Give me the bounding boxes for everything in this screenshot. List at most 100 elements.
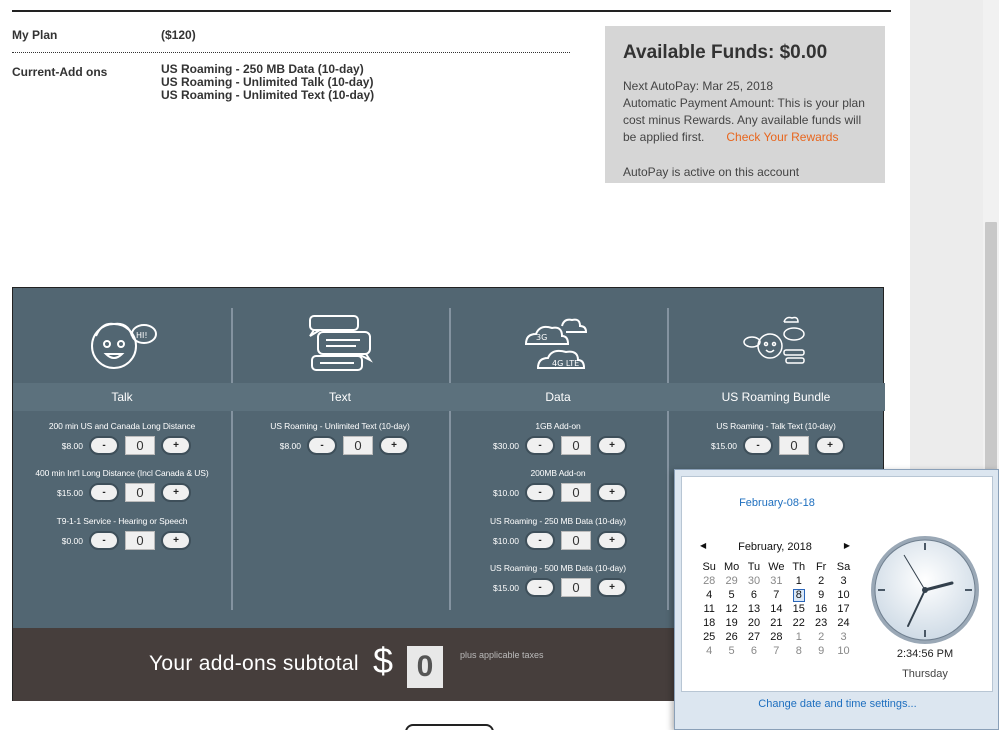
category-data: 3G 4G LTE Data 1GB Add-on $30.00 - 0 + 2… [449, 288, 667, 628]
calendar-day[interactable]: 30 [743, 574, 765, 588]
calendar-day[interactable]: 14 [765, 602, 787, 616]
calendar-week: 25 26 27 28 1 2 3 [698, 630, 855, 644]
calendar-day[interactable]: 11 [698, 602, 720, 616]
decrement-button[interactable]: - [89, 531, 119, 550]
calendar-month[interactable]: February, 2018 [700, 541, 850, 553]
calendar-day[interactable]: 6 [743, 588, 765, 602]
calendar-day-label: 1 [795, 575, 802, 587]
calendar-day[interactable]: 31 [765, 574, 787, 588]
calendar-day[interactable]: 26 [720, 630, 742, 644]
calendar-week: 4 5 6 7 8 9 10 [698, 644, 855, 658]
calendar-day[interactable]: 25 [698, 630, 720, 644]
calendar-day[interactable]: 1 [788, 574, 810, 588]
addon-item: US Roaming - Unlimited Text (10-day) $8.… [231, 421, 449, 455]
increment-button[interactable]: + [597, 483, 627, 502]
calendar-day-label: 28 [703, 575, 716, 587]
calendar-day[interactable]: 5 [720, 644, 742, 658]
subtotal-label: Your add-ons subtotal [149, 652, 359, 675]
calendar-day-label: 22 [792, 617, 805, 629]
calendar-day-label: 8 [795, 645, 802, 657]
decrement-button[interactable]: - [743, 436, 773, 455]
calendar-day[interactable]: 4 [698, 588, 720, 602]
decrement-button[interactable]: - [89, 436, 119, 455]
calendar-day[interactable]: 10 [832, 588, 854, 602]
calendar-day[interactable]: 6 [743, 644, 765, 658]
quantity-field[interactable]: 0 [125, 483, 155, 502]
calendar-day[interactable]: 4 [698, 644, 720, 658]
calendar-day[interactable]: 5 [720, 588, 742, 602]
increment-button[interactable]: + [597, 436, 627, 455]
calendar-day[interactable]: 16 [810, 602, 832, 616]
increment-button[interactable]: + [597, 578, 627, 597]
calendar-day[interactable]: 8 [788, 588, 810, 602]
calendar-day-label: 23 [815, 617, 828, 629]
calendar-day[interactable]: 3 [832, 630, 854, 644]
quantity-field[interactable]: 0 [125, 436, 155, 455]
calendar-day-label: 30 [747, 575, 761, 587]
quantity-field[interactable]: 0 [561, 483, 591, 502]
increment-button[interactable]: + [597, 531, 627, 550]
quantity-field[interactable]: 0 [125, 531, 155, 550]
calendar-day-label: 3 [840, 631, 847, 643]
addon-price: $8.00 [279, 440, 301, 451]
addon-price: $8.00 [61, 440, 83, 451]
calendar-day[interactable]: 15 [788, 602, 810, 616]
decrement-button[interactable]: - [525, 483, 555, 502]
calendar-day[interactable]: 24 [832, 616, 854, 630]
calendar-day[interactable]: 3 [832, 574, 854, 588]
increment-button[interactable]: + [161, 531, 191, 550]
calendar-day[interactable]: 1 [788, 630, 810, 644]
calendar-day-label: 9 [818, 645, 825, 657]
calendar-day[interactable]: 20 [743, 616, 765, 630]
quantity-field[interactable]: 0 [561, 578, 591, 597]
calendar-day[interactable]: 17 [832, 602, 854, 616]
calendar-day[interactable]: 28 [698, 574, 720, 588]
calendar-day-label: 24 [837, 617, 850, 629]
calendar-day[interactable]: 27 [743, 630, 765, 644]
addon-name: 1GB Add-on [535, 421, 581, 431]
increment-button[interactable]: + [161, 483, 191, 502]
calendar-day[interactable]: 29 [720, 574, 742, 588]
quantity-field[interactable]: 0 [343, 436, 373, 455]
calendar-day[interactable]: 22 [788, 616, 810, 630]
calendar-day[interactable]: 28 [765, 630, 787, 644]
next-autopay: Next AutoPay: Mar 25, 2018 [623, 79, 774, 93]
next-month-icon[interactable]: ▶ [844, 541, 850, 550]
calendar-day[interactable]: 19 [720, 616, 742, 630]
calendar-day[interactable]: 18 [698, 616, 720, 630]
addon-controls: $15.00 - 0 + [667, 436, 885, 455]
calendar-day[interactable]: 9 [810, 644, 832, 658]
decrement-button[interactable]: - [525, 436, 555, 455]
addon-item: 1GB Add-on $30.00 - 0 + [449, 421, 667, 455]
quantity-field[interactable]: 0 [561, 436, 591, 455]
addon-name: US Roaming - 250 MB Data (10-day) [489, 516, 627, 526]
calendar-day[interactable]: 7 [765, 588, 787, 602]
svg-text:HI!: HI! [136, 331, 148, 340]
calendar-day[interactable]: 7 [765, 644, 787, 658]
quantity-field[interactable]: 0 [779, 436, 809, 455]
change-datetime-settings-link[interactable]: Change date and time settings... [675, 698, 999, 710]
decrement-button[interactable]: - [525, 531, 555, 550]
calendar-day-label: 4 [706, 589, 713, 601]
calendar-day[interactable]: 21 [765, 616, 787, 630]
calendar-day[interactable]: 2 [810, 630, 832, 644]
calendar-day-label: 20 [747, 617, 761, 629]
decrement-button[interactable]: - [89, 483, 119, 502]
increment-button[interactable]: + [379, 436, 409, 455]
increment-button[interactable]: + [161, 436, 191, 455]
calendar-day[interactable]: 12 [720, 602, 742, 616]
current-date-link[interactable]: February-08-18 [682, 497, 872, 509]
check-rewards-link[interactable]: Check Your Rewards [726, 130, 838, 144]
calendar-day[interactable]: 8 [788, 644, 810, 658]
decrement-button[interactable]: - [307, 436, 337, 455]
calendar-day[interactable]: 13 [743, 602, 765, 616]
increment-button[interactable]: + [815, 436, 845, 455]
calendar-day[interactable]: 23 [810, 616, 832, 630]
calendar-day[interactable]: 10 [832, 644, 854, 658]
calendar-day[interactable]: 9 [810, 588, 832, 602]
bottom-button[interactable] [405, 724, 494, 730]
current-addon-item: US Roaming - Unlimited Text (10-day) [161, 88, 375, 102]
decrement-button[interactable]: - [525, 578, 555, 597]
quantity-field[interactable]: 0 [561, 531, 591, 550]
calendar-day[interactable]: 2 [810, 574, 832, 588]
